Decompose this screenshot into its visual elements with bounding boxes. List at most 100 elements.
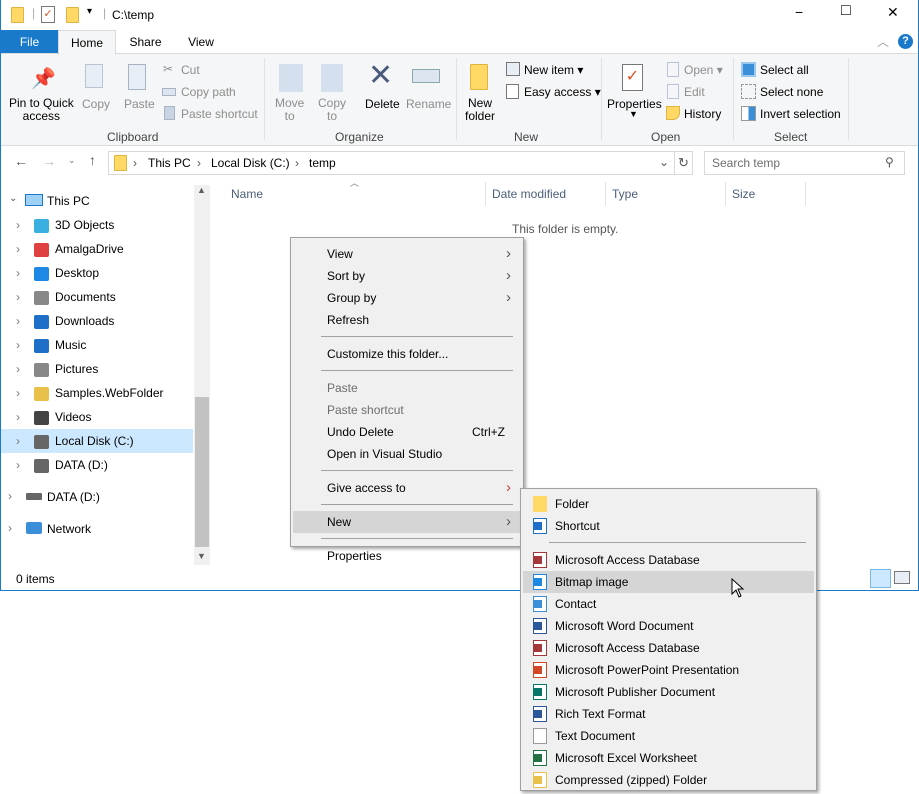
forward-button[interactable]: → — [42, 153, 56, 169]
address-dropdown-icon[interactable]: ⌄ — [659, 155, 669, 169]
paste-shortcut-button[interactable]: Paste shortcut — [181, 107, 258, 121]
menu-item[interactable]: Give access to › — [293, 477, 521, 499]
nav-item[interactable]: Desktop — [55, 266, 99, 280]
select-all-button[interactable]: Select all — [760, 63, 809, 77]
help-icon[interactable]: ? — [898, 34, 913, 49]
breadcrumb-local-disk[interactable]: Local Disk (C:) — [211, 156, 290, 170]
open-button[interactable]: Open ▾ — [684, 63, 723, 77]
menu-item[interactable]: View › — [293, 243, 521, 265]
menu-item[interactable]: Undo Delete Ctrl+Z — [293, 421, 521, 443]
chevron-right-icon[interactable]: › — [16, 410, 20, 424]
minimize-button[interactable]: − — [795, 4, 803, 20]
nav-item[interactable]: Local Disk (C:) — [55, 434, 134, 448]
chevron-right-icon[interactable]: › — [16, 290, 20, 304]
nav-item[interactable]: Music — [55, 338, 86, 352]
chevron-right-icon[interactable]: › — [16, 242, 20, 256]
menu-item[interactable]: Microsoft Access Database — [523, 637, 814, 659]
easy-access-button[interactable]: Easy access ▾ — [524, 85, 601, 99]
nav-item[interactable]: Samples.WebFolder — [55, 386, 164, 400]
chevron-right-icon[interactable]: › — [16, 314, 20, 328]
chevron-right-icon[interactable]: › — [16, 266, 20, 280]
chevron-right-icon[interactable]: › — [8, 521, 12, 535]
chevron-right-icon[interactable]: › — [16, 458, 20, 472]
maximize-button[interactable]: □ — [841, 2, 851, 20]
nav-item[interactable]: Downloads — [55, 314, 114, 328]
breadcrumb-this-pc[interactable]: This PC — [148, 156, 191, 170]
menu-item[interactable]: Open in Visual Studio — [293, 443, 521, 465]
collapse-ribbon-icon[interactable]: ︿ — [877, 33, 889, 50]
tab-view[interactable]: View — [181, 30, 221, 54]
invert-selection-button[interactable]: Invert selection — [760, 107, 841, 121]
nav-scrollbar[interactable]: ▲ ▼ — [194, 185, 210, 565]
search-box[interactable]: Search temp ⚲ — [704, 151, 905, 175]
recent-locations-icon[interactable]: ⌄ — [68, 155, 76, 166]
menu-item[interactable]: Paste — [293, 377, 521, 399]
nav-network[interactable]: Network — [47, 522, 91, 536]
search-icon[interactable]: ⚲ — [885, 155, 894, 169]
nav-data-d[interactable]: DATA (D:) — [47, 490, 100, 504]
scrollbar-thumb[interactable] — [195, 397, 209, 547]
nav-item[interactable]: Documents — [55, 290, 116, 304]
customize-quick-access-icon[interactable]: ▾ — [87, 6, 92, 17]
rename-button[interactable]: Rename — [406, 97, 451, 111]
select-none-button[interactable]: Select none — [760, 85, 823, 99]
chevron-right-icon[interactable]: › — [8, 489, 12, 503]
chevron-down-icon[interactable]: ⌄ — [9, 193, 17, 204]
nav-item[interactable]: DATA (D:) — [55, 458, 108, 472]
close-button[interactable]: ✕ — [887, 4, 899, 21]
pin-to-quick-access-button[interactable]: Pin to Quick access — [9, 97, 74, 123]
properties-dropdown-icon[interactable]: ▼ — [629, 109, 638, 119]
nav-item[interactable]: Videos — [55, 410, 91, 424]
menu-item[interactable]: Properties — [293, 545, 521, 567]
copy-button[interactable]: Copy — [82, 97, 110, 111]
new-item-button[interactable]: New item ▾ — [524, 63, 583, 77]
column-header-size[interactable]: Size — [732, 187, 755, 201]
menu-item[interactable]: Sort by › — [293, 265, 521, 287]
back-button[interactable]: ← — [14, 153, 28, 169]
address-bar[interactable]: › This PC › Local Disk (C:) › temp ⌄ ↻ — [108, 151, 693, 175]
menu-item[interactable]: Bitmap image — [523, 571, 814, 593]
menu-item[interactable]: Paste shortcut — [293, 399, 521, 421]
chevron-right-icon[interactable]: › — [16, 386, 20, 400]
up-button[interactable]: ↑ — [89, 152, 96, 168]
chevron-right-icon[interactable]: › — [16, 218, 20, 232]
menu-item[interactable]: Refresh — [293, 309, 521, 331]
delete-button[interactable]: Delete — [365, 97, 400, 111]
menu-item[interactable]: Shortcut — [523, 515, 814, 537]
menu-item[interactable]: Microsoft Excel Worksheet — [523, 747, 814, 769]
menu-item[interactable]: Contact — [523, 593, 814, 615]
scroll-up-icon[interactable]: ▲ — [197, 185, 206, 195]
menu-item[interactable]: Microsoft Publisher Document — [523, 681, 814, 703]
menu-item[interactable]: New › — [293, 511, 521, 533]
nav-item[interactable]: Pictures — [55, 362, 98, 376]
column-header-type[interactable]: Type — [612, 187, 638, 201]
breadcrumb-temp[interactable]: temp — [309, 156, 336, 170]
menu-item[interactable]: Customize this folder... — [293, 343, 521, 365]
refresh-icon[interactable]: ↻ — [678, 155, 689, 171]
properties-quick-icon[interactable]: ✓ — [41, 6, 55, 23]
menu-item[interactable]: Microsoft Word Document — [523, 615, 814, 637]
chevron-right-icon[interactable]: › — [16, 434, 20, 448]
scroll-down-icon[interactable]: ▼ — [197, 551, 206, 561]
menu-item[interactable]: Folder — [523, 493, 814, 515]
nav-item[interactable]: 3D Objects — [55, 218, 114, 232]
menu-item[interactable]: Text Document — [523, 725, 814, 747]
large-icons-view-button[interactable] — [894, 571, 910, 584]
chevron-right-icon[interactable]: › — [16, 362, 20, 376]
tab-file[interactable]: File — [1, 30, 58, 54]
menu-item[interactable]: Group by › — [293, 287, 521, 309]
edit-button[interactable]: Edit — [684, 85, 705, 99]
tab-home[interactable]: Home — [58, 30, 116, 55]
menu-item[interactable]: Compressed (zipped) Folder — [523, 769, 814, 791]
nav-this-pc[interactable]: This PC — [47, 194, 90, 208]
chevron-right-icon[interactable]: › — [16, 338, 20, 352]
paste-button[interactable]: Paste — [124, 97, 155, 111]
cut-button[interactable]: Cut — [181, 63, 200, 77]
copy-path-button[interactable]: Copy path — [181, 85, 236, 99]
new-folder-quick-icon[interactable] — [66, 7, 79, 23]
nav-item[interactable]: AmalgaDrive — [55, 242, 124, 256]
copy-to-button[interactable]: Copy to — [318, 97, 346, 123]
search-input[interactable]: Search temp — [712, 156, 780, 170]
details-view-button[interactable] — [870, 569, 891, 588]
history-button[interactable]: History — [684, 107, 721, 121]
